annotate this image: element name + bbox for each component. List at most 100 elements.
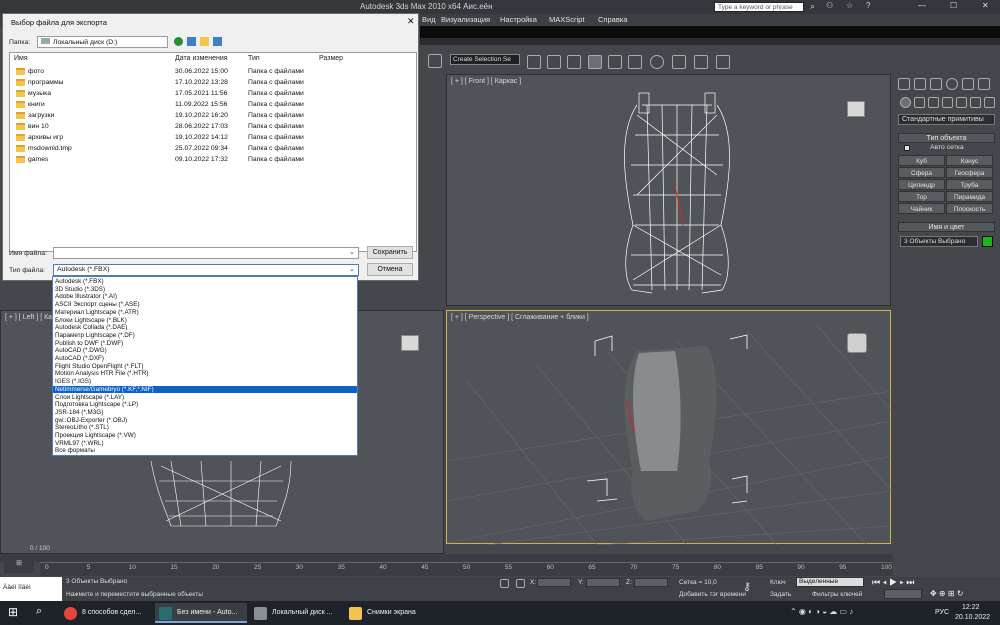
rendered-frame-icon[interactable] (694, 55, 708, 69)
filename-chevron-icon[interactable]: ⌄ (349, 248, 355, 256)
tray-icons[interactable]: ⌃ ◉ ◐ ◑ ◒ ☁ ▭ ♪ (790, 607, 853, 616)
help-search-input[interactable]: Type a keyword or phrase (714, 2, 804, 12)
file-list[interactable]: Имя Дата изменения Тип Размер фото 30.06.… (9, 52, 417, 252)
filetype-option[interactable]: VRML97 (*.WRL) (53, 440, 357, 448)
object-type-rollout[interactable]: Тип объекта (898, 133, 995, 143)
binoculars-icon[interactable]: ⚇ (826, 1, 833, 10)
x-coordinate-field[interactable] (537, 578, 571, 587)
geosphere-button[interactable]: Геосфера (946, 167, 993, 178)
file-row[interactable]: msdownld.tmp 25.07.2022 09:34 Папка с файл… (10, 144, 410, 154)
playback-controls[interactable]: ⏮ ◂ ▶ ▸ ⏭ (872, 577, 914, 588)
spacewarps-icon[interactable] (970, 97, 981, 108)
clock-time[interactable]: 12:22 (962, 604, 980, 611)
graphite-tools-icon[interactable] (608, 55, 622, 69)
viewport-front[interactable]: [ + ] [ Front ] [ Каркас ] (446, 74, 891, 306)
viewcube-perspective-icon[interactable] (847, 333, 867, 353)
filetype-option[interactable]: StereoLitho (*.STL) (53, 424, 357, 432)
taskbar-item-screenshots[interactable]: Снимки экрана (345, 603, 437, 623)
curve-editor-icon[interactable] (628, 55, 642, 69)
menu-render[interactable]: Визуализация (441, 15, 490, 24)
pyramid-button[interactable]: Пирамида (946, 191, 993, 202)
windows-start-icon[interactable]: ⊞ (8, 605, 18, 619)
new-folder-icon[interactable] (200, 37, 209, 46)
cylinder-button[interactable]: Цилиндр (898, 179, 945, 190)
set-key-button[interactable]: Задать (770, 591, 791, 598)
motion-tab-icon[interactable] (946, 78, 958, 90)
file-row[interactable]: музыка 17.05.2021 11:56 Папка с файлами (10, 89, 410, 99)
filetype-option[interactable]: JSR-184 (*.M3G) (53, 409, 357, 417)
filetype-option[interactable]: AutoCAD (*.DXF) (53, 355, 357, 363)
sphere-button[interactable]: Сфера (898, 167, 945, 178)
filetype-option[interactable]: Adobe Illustrator (*.AI) (53, 293, 357, 301)
navigation-controls[interactable]: ✥ ⊕ ⊞ ↻ (930, 589, 963, 598)
filetype-option[interactable]: Блоки Lightscape (*.BLK) (53, 317, 357, 325)
clock-date[interactable]: 20.10.2022 (955, 614, 990, 621)
z-coordinate-field[interactable] (634, 578, 668, 587)
key-mode-dropdown[interactable]: Выделенные (796, 577, 864, 587)
menu-maxscript[interactable]: MAXScript (549, 15, 584, 24)
viewport-perspective[interactable]: [ + ] [ Perspective ] [ Сглаживание + бл… (446, 310, 892, 545)
column-type[interactable]: Тип (248, 55, 260, 62)
save-button[interactable]: Сохранить (367, 246, 413, 259)
filetype-option[interactable]: Проекция Lightscape (*.VW) (53, 432, 357, 440)
object-color-swatch[interactable] (982, 236, 993, 247)
filename-input[interactable] (53, 247, 359, 259)
y-coordinate-field[interactable] (586, 578, 620, 587)
maximize-button[interactable]: ☐ (950, 1, 957, 10)
maxscript-listener[interactable]: Ääéì ïîäèì (0, 577, 62, 601)
material-editor-icon[interactable] (650, 55, 664, 69)
utilities-tab-icon[interactable] (978, 78, 990, 90)
filetype-option[interactable]: IGES (*.IGS) (53, 378, 357, 386)
taskbar-item-3dsmax[interactable]: Без имени - Auto... (155, 603, 247, 623)
snap-icon[interactable] (428, 54, 442, 68)
filetype-option[interactable]: 3D Studio (*.3DS) (53, 286, 357, 294)
hierarchy-tab-icon[interactable] (930, 78, 942, 90)
close-button[interactable]: ✕ (982, 1, 989, 10)
filetype-option[interactable]: Подготовка Lightscape (*.LP) (53, 401, 357, 409)
filetype-options-list[interactable]: Autodesk (*.FBX) 3D Studio (*.3DS) Adobe I… (52, 276, 358, 456)
minimize-button[interactable]: — (918, 1, 926, 10)
mirror-icon[interactable] (547, 55, 561, 69)
column-name[interactable]: Имя (14, 55, 28, 62)
track-bar[interactable]: 0 5 10 15 20 25 30 35 40 45 50 55 60 65 70 75 80 85 90 95 10… (40, 562, 893, 576)
filetype-option[interactable]: Publish to DWF (*.DWF) (53, 340, 357, 348)
selection-set-dropdown[interactable]: Create Selection Se (450, 54, 520, 65)
language-indicator[interactable]: РУС (935, 609, 949, 616)
systems-icon[interactable] (984, 97, 995, 108)
filetype-option[interactable]: Autodesk (*.FBX) (53, 278, 357, 286)
menu-view[interactable]: Вид (422, 15, 436, 24)
dialog-close-button[interactable]: ✕ (407, 16, 415, 27)
auto-key-button[interactable]: Ключ (770, 579, 786, 586)
box-button[interactable]: Куб (898, 155, 945, 166)
file-row[interactable]: книги 11.09.2022 15:56 Папка с файлами (10, 100, 410, 110)
name-color-rollout[interactable]: Имя и цвет (898, 222, 995, 232)
file-row[interactable]: программы 17.10.2022 13:28 Папка с файлами (10, 78, 410, 88)
taskbar-item-explorer-drive[interactable]: Локальный диск ... (250, 603, 342, 623)
filetype-option[interactable]: Autodesk Collada (*.DAE) (53, 324, 357, 332)
torus-button[interactable]: Тор (898, 191, 945, 202)
menu-help[interactable]: Справка (598, 15, 627, 24)
track-bar-toggle-icon[interactable]: ⊞ (4, 559, 34, 573)
column-date[interactable]: Дата изменения (175, 55, 228, 62)
file-row[interactable]: загрузки 19.10.2022 16:20 Папка с файлами (10, 111, 410, 121)
render-setup-icon[interactable] (672, 55, 686, 69)
layer-manager-icon[interactable] (588, 55, 602, 69)
filetype-dropdown[interactable]: Autodesk (*.FBX) (53, 264, 359, 276)
create-tab-icon[interactable] (898, 78, 910, 90)
display-tab-icon[interactable] (962, 78, 974, 90)
lock-icon[interactable] (500, 579, 509, 588)
filetype-option[interactable]: ASCII Экспорт сцены (*.ASE) (53, 301, 357, 309)
current-frame-field[interactable] (884, 589, 922, 599)
key-filters-button[interactable]: Фильтры ключей (812, 591, 862, 598)
edit-named-sets-icon[interactable] (527, 55, 541, 69)
render-teapot-icon[interactable] (716, 55, 730, 69)
filetype-option[interactable]: Motion Analysis HTR File (*.HTR) (53, 370, 357, 378)
filetype-option[interactable]: Слои Lightscape (*.LAY) (53, 394, 357, 402)
shapes-icon[interactable] (914, 97, 925, 108)
viewcube-icon[interactable] (847, 101, 865, 117)
tube-button[interactable]: Труба (946, 179, 993, 190)
modify-tab-icon[interactable] (914, 78, 926, 90)
filetype-option[interactable]: Все форматы (53, 447, 357, 455)
key-icon[interactable]: ⚷ (743, 580, 751, 593)
taskbar-item-browser[interactable]: 8 способов сдел... (60, 603, 152, 623)
